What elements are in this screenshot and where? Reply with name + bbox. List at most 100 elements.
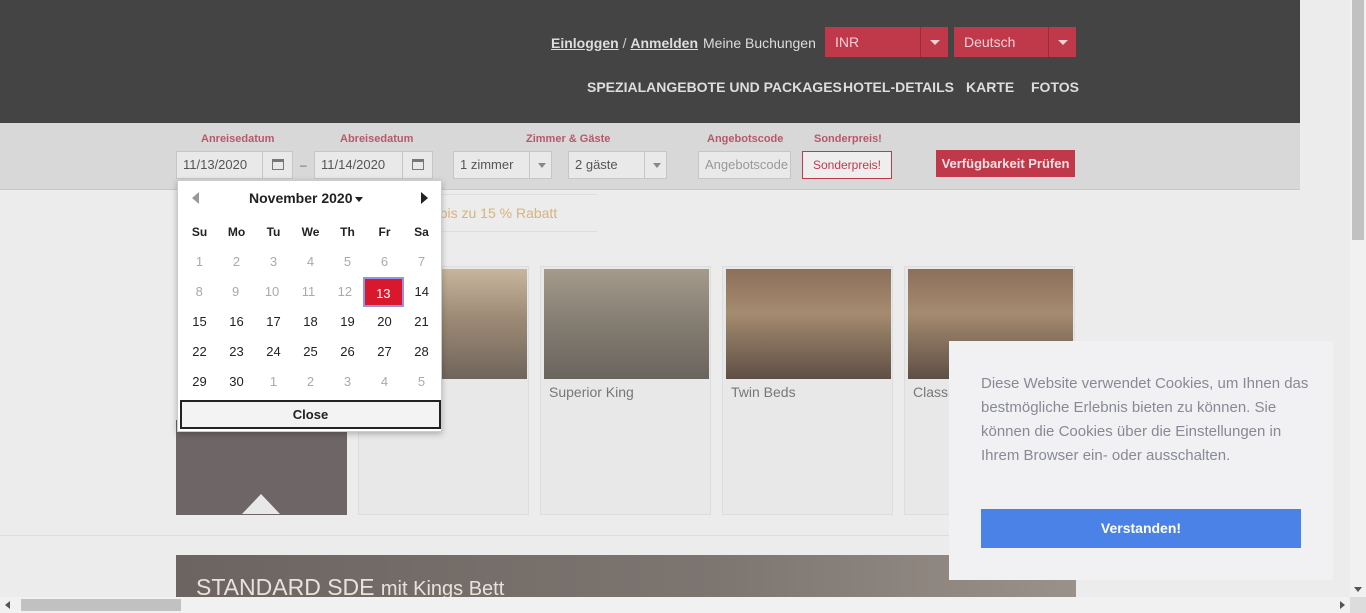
calendar-day: 4 xyxy=(380,374,389,389)
calendar-week: 22 23 24 25 26 27 28 xyxy=(181,337,440,367)
calendar-day: 10 xyxy=(264,284,280,299)
room-name: Classi xyxy=(913,384,952,400)
auth-separator: / xyxy=(622,35,627,51)
close-button[interactable]: Close xyxy=(180,400,441,429)
weekday-label: Su xyxy=(191,225,208,239)
calendar-day: 3 xyxy=(343,374,352,389)
promo-label: Angebotscode xyxy=(707,133,784,145)
calendar-day: 6 xyxy=(380,254,389,269)
calendar-day: 1 xyxy=(195,254,204,269)
check-availability-button[interactable]: Verfügbarkeit Prüfen xyxy=(936,150,1075,177)
special-rate-button[interactable]: Sonderpreis! xyxy=(802,151,892,179)
currency-select[interactable]: INR xyxy=(825,27,948,57)
calendar-day: 4 xyxy=(306,254,315,269)
calendar-day: 5 xyxy=(417,374,426,389)
site-header: Einloggen / Anmelden Meine Buchungen INR… xyxy=(0,0,1300,123)
calendar-day[interactable]: 19 xyxy=(329,307,366,337)
calendar-day: 2 xyxy=(232,254,241,269)
weekday-label: Mo xyxy=(227,225,246,239)
calendar-day[interactable]: 28 xyxy=(403,337,440,367)
calendar-day[interactable]: 23 xyxy=(218,337,255,367)
checkin-field[interactable]: 11/13/2020 xyxy=(176,151,293,179)
chevron-down-icon xyxy=(529,152,551,178)
scroll-down-icon[interactable] xyxy=(1354,587,1362,592)
datepicker-month[interactable]: November 2020 xyxy=(249,190,363,206)
scroll-left-icon[interactable] xyxy=(5,601,10,609)
scrollbar-thumb[interactable] xyxy=(1352,0,1364,240)
nav-map[interactable]: KARTE xyxy=(966,79,1014,95)
calendar-day[interactable]: 24 xyxy=(255,337,292,367)
auth-links: Einloggen / Anmelden xyxy=(551,35,698,51)
room-name: Twin Beds xyxy=(731,384,796,400)
scrollbar-corner xyxy=(1350,597,1366,613)
calendar-week: 1 2 3 4 5 6 7 xyxy=(181,247,440,277)
date-separator: – xyxy=(300,158,307,172)
prev-month-icon[interactable] xyxy=(192,192,199,204)
calendar-week: 15 16 17 18 19 20 21 xyxy=(181,307,440,337)
calendar-day[interactable]: 17 xyxy=(255,307,292,337)
weekday-label: Fr xyxy=(378,225,391,239)
checkout-field[interactable]: 11/14/2020 xyxy=(314,151,433,179)
room-card[interactable]: Twin Beds xyxy=(722,266,893,515)
guests-select[interactable]: 2 gäste xyxy=(568,151,667,179)
weekday-header: Su Mo Tu We Th Fr Sa xyxy=(181,217,440,247)
checkin-label: Anreisedatum xyxy=(201,133,275,145)
calendar-day: 3 xyxy=(269,254,278,269)
chevron-down-icon xyxy=(920,27,948,57)
calendar-day[interactable]: 30 xyxy=(218,367,255,397)
arrow-up-icon xyxy=(242,494,280,514)
my-bookings-link[interactable]: Meine Buchungen xyxy=(703,35,816,51)
calendar-day[interactable]: 15 xyxy=(181,307,218,337)
calendar-day[interactable]: 20 xyxy=(366,307,403,337)
calendar-day[interactable]: 13 xyxy=(363,277,404,307)
calendar-week: 8 9 10 11 12 13 14 xyxy=(181,277,440,307)
rooms-guests-label: Zimmer & Gäste xyxy=(526,133,611,145)
cookie-banner: Diese Website verwendet Cookies, um Ihne… xyxy=(949,341,1333,580)
calendar-day[interactable]: 18 xyxy=(292,307,329,337)
promo-code-input[interactable]: Angebotscode xyxy=(698,151,791,179)
month-label: November 2020 xyxy=(249,190,353,206)
nav-special-offers[interactable]: SPEZIALANGEBOTE UND PACKAGES xyxy=(587,79,842,95)
chevron-down-icon xyxy=(644,152,666,178)
calendar-day[interactable]: 27 xyxy=(366,337,403,367)
weekday-label: We xyxy=(301,225,320,239)
calendar-day[interactable]: 25 xyxy=(292,337,329,367)
next-month-icon[interactable] xyxy=(421,192,428,204)
calendar-day[interactable]: 22 xyxy=(181,337,218,367)
checkin-value: 11/13/2020 xyxy=(183,157,248,172)
calendar-day[interactable]: 29 xyxy=(181,367,218,397)
guests-value: 2 gäste xyxy=(575,157,618,172)
language-value: Deutsch xyxy=(964,34,1016,50)
calendar-icon[interactable] xyxy=(262,152,292,178)
scrollbar-thumb[interactable] xyxy=(21,599,181,611)
language-select[interactable]: Deutsch xyxy=(954,27,1076,57)
calendar-day: 9 xyxy=(232,284,240,299)
calendar-day[interactable]: 26 xyxy=(329,337,366,367)
calendar-day[interactable]: 14 xyxy=(404,277,440,307)
calendar-day[interactable]: 21 xyxy=(403,307,440,337)
calendar-day: 8 xyxy=(195,284,203,299)
nav-hotel-details[interactable]: HOTEL-DETAILS xyxy=(843,79,954,95)
room-photo xyxy=(726,269,891,379)
calendar-week: 29 30 1 2 3 4 5 xyxy=(181,367,440,397)
calendar-day: 12 xyxy=(337,284,353,299)
checkout-value: 11/14/2020 xyxy=(321,157,386,172)
calendar-icon[interactable] xyxy=(402,152,432,178)
checkout-label: Abreisedatum xyxy=(340,133,414,145)
weekday-label: Tu xyxy=(266,225,281,239)
chevron-down-icon xyxy=(354,196,363,202)
register-link[interactable]: Anmelden xyxy=(630,35,698,51)
room-card[interactable]: Superior King xyxy=(540,266,711,515)
scroll-right-icon[interactable] xyxy=(1340,601,1345,609)
calendar-day: 11 xyxy=(301,284,316,299)
calendar-day: 5 xyxy=(343,254,352,269)
cookie-accept-button[interactable]: Verstanden! xyxy=(981,509,1301,548)
login-link[interactable]: Einloggen xyxy=(551,35,619,51)
vertical-scrollbar[interactable] xyxy=(1350,0,1366,597)
chevron-down-icon xyxy=(1048,27,1076,57)
rooms-select[interactable]: 1 zimmer xyxy=(453,151,552,179)
horizontal-scrollbar[interactable] xyxy=(0,597,1350,613)
room-card-dark[interactable] xyxy=(176,420,347,515)
nav-photos[interactable]: FOTOS xyxy=(1031,79,1079,95)
calendar-day[interactable]: 16 xyxy=(218,307,255,337)
